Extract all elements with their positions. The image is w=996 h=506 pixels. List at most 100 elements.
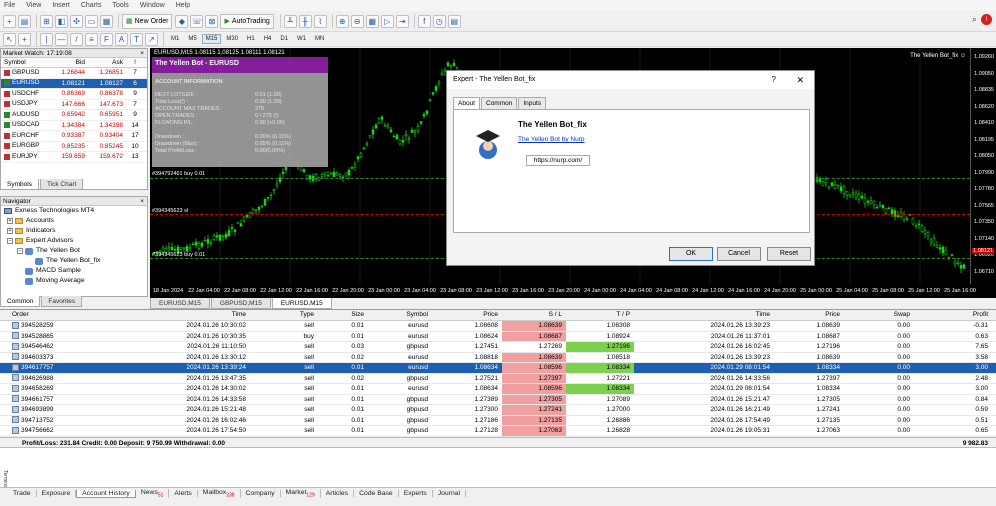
tab-journal[interactable]: Journal (433, 490, 467, 497)
tab-chart-eurusd[interactable]: EURUSD,M15 (150, 298, 210, 309)
col-header-3[interactable]: Size (318, 310, 368, 320)
history-row[interactable]: 394658269 2024.01.26 14:30:02 sell 0.01 euru… (0, 384, 996, 395)
cancel-button[interactable]: Cancel (717, 247, 761, 261)
channel-icon[interactable]: ≡ (85, 32, 98, 46)
profiles-icon[interactable]: ▤ (18, 14, 31, 28)
history-row[interactable]: 394528259 2024.01.26 10:30:02 sell 0.01 euru… (0, 321, 996, 332)
market-watch-row[interactable]: USDCAD 1.34384 1.34398 14 (1, 121, 147, 131)
nav-item-macd[interactable]: MACD Sample (1, 266, 147, 276)
zoom-in-icon[interactable]: ⊕ (335, 14, 349, 28)
history-row[interactable]: 394713752 2024.01.26 16:02:46 sell 0.01 gbpu… (0, 415, 996, 426)
reset-button[interactable]: Reset (767, 247, 811, 261)
tab-symbols[interactable]: Symbols (0, 179, 39, 190)
tab-trade[interactable]: Trade (8, 490, 37, 497)
nav-item-indicators[interactable]: + Indicators (1, 226, 147, 236)
menu-item-charts[interactable]: Charts (81, 2, 102, 9)
col-header-7[interactable]: T / P (566, 310, 634, 320)
menu-item-tools[interactable]: Tools (112, 2, 128, 9)
market-icon[interactable]: ⊠ (205, 14, 219, 28)
col-header-9[interactable]: Price (774, 310, 844, 320)
fibo-icon[interactable]: F (100, 32, 113, 46)
col-header-10[interactable]: Swap (844, 310, 914, 320)
nav-item-yellen-bot[interactable]: − The Yellen Bot (1, 246, 147, 256)
history-row[interactable]: 394756662 2024.01.26 17:54:50 sell 0.01 gbpu… (0, 426, 996, 437)
strategy-tester-icon[interactable]: ▦ (100, 14, 113, 28)
terminal-icon[interactable]: ▭ (85, 14, 98, 28)
menu-item-file[interactable]: File (4, 2, 15, 9)
nav-item-yellen-bot-fix[interactable]: The Yellen Bot_fix (1, 256, 147, 266)
bar-chart-icon[interactable]: ╨ (283, 14, 297, 28)
text-icon[interactable]: A (115, 32, 128, 46)
tab-chart-gbpusd[interactable]: GBPUSD,M15 (210, 298, 271, 309)
templates-icon[interactable]: ▤ (447, 14, 461, 28)
trendline-icon[interactable]: / (70, 32, 83, 46)
data-window-icon[interactable]: ◧ (55, 14, 68, 28)
market-watch-row[interactable]: EURCHF 0.93387 0.93404 17 (1, 131, 147, 142)
new-order-button[interactable]: ▦ New Order (122, 13, 173, 29)
timeframe-d1[interactable]: D1 (276, 34, 292, 44)
tab-chart-eurusd-active[interactable]: EURUSD,M15 (271, 298, 332, 309)
tab-alerts[interactable]: Alerts (169, 490, 198, 497)
line-chart-icon[interactable]: ⌇ (313, 14, 327, 28)
signals-icon[interactable]: ☏ (190, 14, 204, 28)
tile-windows-icon[interactable]: ▦ (365, 14, 379, 28)
notification-icon[interactable]: ! (981, 14, 992, 25)
market-watch-row[interactable]: EURUSD 1.08121 1.08127 6 (1, 78, 147, 89)
ok-button[interactable]: OK (669, 247, 713, 261)
candlestick-icon[interactable]: ╫ (298, 14, 312, 28)
close-icon[interactable]: × (140, 49, 144, 58)
col-header-8[interactable]: Time (634, 310, 774, 320)
market-watch-row[interactable]: AUDUSD 0.65942 0.65951 9 (1, 110, 147, 121)
history-row[interactable]: 394617757 2024.01.26 13:39:24 sell 0.01 euru… (0, 363, 996, 374)
market-watch-icon[interactable]: ⊞ (40, 14, 53, 28)
col-header-6[interactable]: S / L (502, 310, 566, 320)
history-row[interactable]: 394546462 2024.01.26 11:10:50 sell 0.03 gbpu… (0, 342, 996, 353)
tab-tick-chart[interactable]: Tick Chart (39, 179, 84, 190)
history-row[interactable]: 394661757 2024.01.26 14:33:58 sell 0.01 gbpu… (0, 394, 996, 405)
menu-item-view[interactable]: View (26, 2, 41, 9)
history-row[interactable]: 394528865 2024.01.26 10:30:35 buy 0.01 eurus… (0, 331, 996, 342)
close-icon[interactable]: ✕ (796, 71, 804, 89)
timeframe-m30[interactable]: M30 (222, 34, 242, 44)
col-header-11[interactable]: Profit (914, 310, 996, 320)
timeframe-mn[interactable]: MN (311, 34, 328, 44)
history-row[interactable]: 394626988 2024.01.26 13:47:35 sell 0.02 gbpu… (0, 373, 996, 384)
timeframe-m1[interactable]: M1 (167, 34, 183, 44)
autotrading-button[interactable]: ▶ AutoTrading (220, 13, 274, 29)
vertical-line-icon[interactable]: | (40, 32, 53, 46)
menu-item-help[interactable]: Help (176, 2, 190, 9)
market-watch-row[interactable]: EURJPY 159.659 159.672 13 (1, 152, 147, 163)
col-spread[interactable]: ! (125, 58, 145, 67)
expert-url[interactable]: https://nurp.com/ (526, 155, 590, 166)
tab-market[interactable]: Market129 (281, 488, 321, 499)
new-chart-icon[interactable]: + (3, 14, 16, 28)
col-bid[interactable]: Bid (49, 58, 87, 67)
col-header-4[interactable]: Symbol (368, 310, 432, 320)
nav-item-expert-advisors[interactable]: − Expert Advisors (1, 236, 147, 246)
col-ask[interactable]: Ask (87, 58, 125, 67)
expand-icon[interactable]: + (7, 218, 13, 224)
tab-account-history[interactable]: Account History (76, 489, 136, 498)
timeframe-h4[interactable]: H4 (260, 34, 276, 44)
search-icon[interactable]: ⌕ (972, 14, 977, 25)
navigator-icon[interactable]: ✣ (70, 14, 83, 28)
market-watch-row[interactable]: GBPUSD 1.26844 1.26851 7 (1, 68, 147, 79)
periods-icon[interactable]: ◷ (432, 14, 446, 28)
crosshair-icon[interactable]: + (18, 32, 31, 46)
col-header-5[interactable]: Price (432, 310, 502, 320)
tab-mailbox[interactable]: Mailbox238 (198, 488, 241, 499)
indicators-icon[interactable]: f (417, 14, 431, 28)
col-header-0[interactable]: Order (10, 310, 70, 320)
menu-item-window[interactable]: Window (140, 2, 165, 9)
autoscroll-icon[interactable]: ▷ (380, 14, 394, 28)
tab-exposure[interactable]: Exposure (37, 490, 77, 497)
history-row[interactable]: 394603373 2024.01.26 13:30:12 sell 0.02 euru… (0, 352, 996, 363)
timeframe-m5[interactable]: M5 (184, 34, 200, 44)
nav-item-accounts[interactable]: + Accounts (1, 216, 147, 226)
nav-item-broker[interactable]: Exness Technologies MT4 (1, 206, 147, 216)
expert-author-link[interactable]: The Yellen Bot by Nurp (518, 136, 585, 143)
help-icon[interactable]: ? (772, 71, 776, 89)
col-symbol[interactable]: Symbol (1, 58, 49, 67)
expand-icon[interactable]: + (7, 228, 13, 234)
menu-item-insert[interactable]: Insert (52, 2, 70, 9)
